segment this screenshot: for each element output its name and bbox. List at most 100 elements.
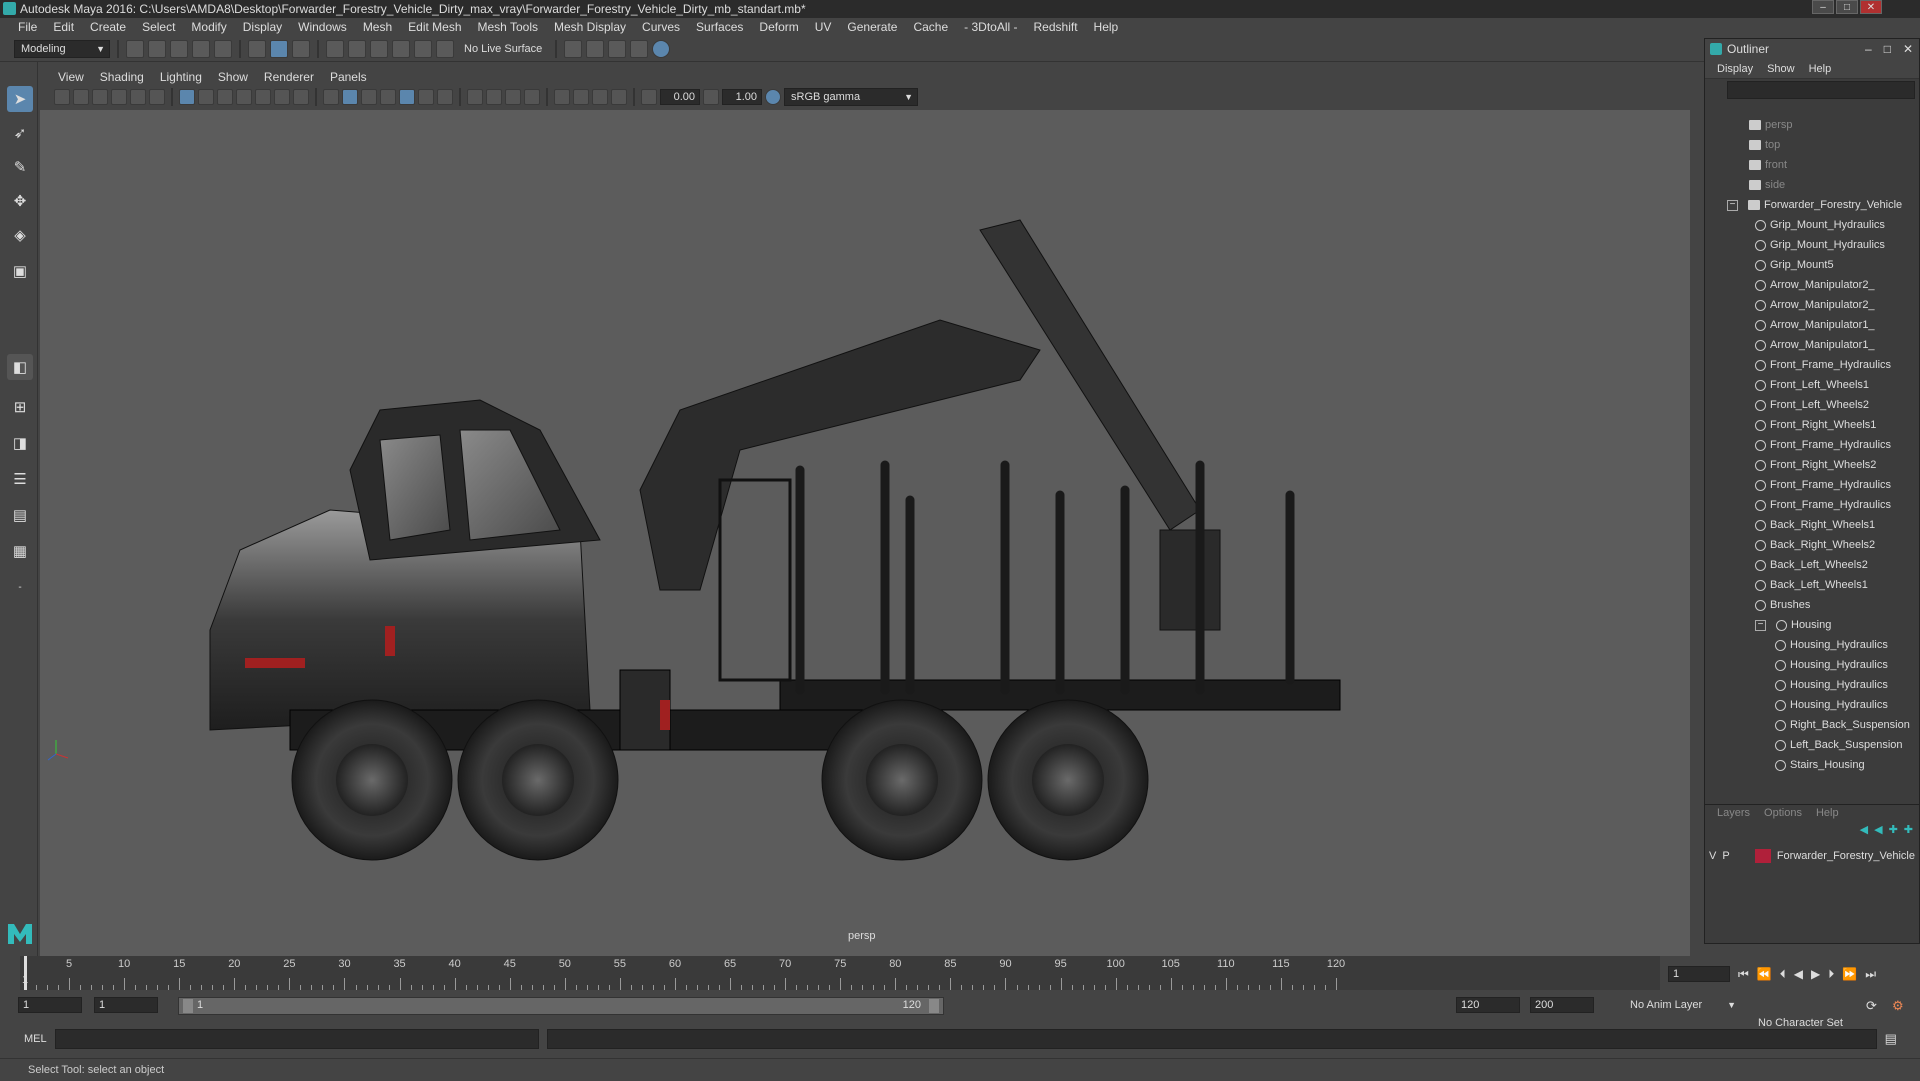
auto-key-icon[interactable]: ⟳	[1866, 998, 1877, 1014]
gate-mask-icon[interactable]	[236, 89, 252, 105]
safe-action-icon[interactable]	[274, 89, 290, 105]
film-gate-icon[interactable]	[198, 89, 214, 105]
render-view-icon[interactable]	[630, 39, 649, 58]
menu-create[interactable]: Create	[82, 20, 134, 34]
menu-edit-mesh[interactable]: Edit Mesh	[400, 20, 469, 34]
gamma-field[interactable]: 1.00	[722, 89, 762, 105]
undo-icon[interactable]	[192, 39, 210, 58]
new-layer-selected-icon[interactable]: ✚	[1904, 823, 1913, 836]
outliner-item[interactable]: Back_Right_Wheels1	[1705, 515, 1917, 535]
collapse-toggle-icon[interactable]: −	[1727, 199, 1738, 211]
two-view-layout-icon[interactable]: ◨	[7, 430, 33, 456]
outliner-item[interactable]: − Forwarder_Forestry_Vehicle	[1705, 195, 1917, 215]
motion-blur-icon[interactable]	[486, 89, 502, 105]
lasso-tool-icon[interactable]: ➶	[7, 120, 33, 146]
depth-of-field-icon[interactable]	[524, 89, 540, 105]
outliner-item[interactable]: Arrow_Manipulator1_	[1705, 335, 1917, 355]
outliner-item[interactable]: Arrow_Manipulator2_	[1705, 275, 1917, 295]
outliner-item[interactable]: Brushes	[1705, 595, 1917, 615]
viewport-menu-show[interactable]: Show	[210, 70, 256, 86]
bookmark-icon[interactable]	[92, 89, 108, 105]
outliner-item[interactable]: Grip_Mount_Hydraulics	[1705, 235, 1917, 255]
outliner-item[interactable]: Right_Back_Suspension	[1705, 715, 1917, 735]
camera-select-icon[interactable]	[54, 89, 70, 105]
more-layouts-icon[interactable]: -	[7, 574, 33, 600]
select-component-icon[interactable]	[292, 39, 310, 58]
start-time-field[interactable]: 1	[18, 997, 82, 1013]
xray-icon[interactable]	[573, 89, 589, 105]
snap-point-icon[interactable]	[370, 39, 388, 58]
menu-edit[interactable]: Edit	[45, 20, 82, 34]
collapse-toggle-icon[interactable]: −	[1755, 619, 1766, 631]
scale-tool-icon[interactable]: ▣	[7, 258, 33, 284]
menu-file[interactable]: File	[10, 20, 45, 34]
snap-live-icon[interactable]	[414, 39, 432, 58]
range-end-handle[interactable]	[929, 999, 939, 1013]
outliner-item[interactable]: Front_Right_Wheels1	[1705, 415, 1917, 435]
outliner-menu-display[interactable]: Display	[1717, 63, 1753, 75]
range-slider[interactable]: 1 120	[178, 997, 944, 1015]
menu-cache[interactable]: Cache	[905, 20, 956, 34]
menu-surfaces[interactable]: Surfaces	[688, 20, 751, 34]
grease-pencil-icon[interactable]	[149, 89, 165, 105]
camera-attributes-icon[interactable]	[73, 89, 89, 105]
play-forward-icon[interactable]: ▶	[1811, 967, 1820, 981]
smooth-shade-icon[interactable]	[342, 89, 358, 105]
outliner-item[interactable]: Housing_Hydraulics	[1705, 635, 1917, 655]
outliner-item[interactable]: Back_Left_Wheels2	[1705, 555, 1917, 575]
gamma-icon[interactable]	[703, 89, 719, 105]
outliner-item[interactable]: persp	[1705, 115, 1917, 135]
outliner-item[interactable]: Grip_Mount_Hydraulics	[1705, 215, 1917, 235]
anim-layer-dropdown[interactable]: No Anim Layer ▼	[1624, 997, 1740, 1015]
outliner-item[interactable]: Back_Right_Wheels2	[1705, 535, 1917, 555]
script-editor-icon[interactable]: ▤	[1885, 1031, 1897, 1047]
outliner-item[interactable]: Housing_Hydraulics	[1705, 695, 1917, 715]
snap-grid-icon[interactable]	[326, 39, 344, 58]
color-management-icon[interactable]	[765, 89, 781, 105]
exposure-field[interactable]: 0.00	[660, 89, 700, 105]
layer-playback-toggle[interactable]: P	[1722, 850, 1729, 862]
shadows-icon[interactable]	[437, 89, 453, 105]
menu-help[interactable]: Help	[1086, 20, 1127, 34]
snap-together-icon[interactable]	[436, 39, 454, 58]
image-plane-icon[interactable]	[111, 89, 127, 105]
viewport-menu-shading[interactable]: Shading	[92, 70, 152, 86]
playback-end-field[interactable]: 120	[1456, 997, 1520, 1013]
maximize-icon[interactable]: □	[1884, 39, 1891, 59]
outliner-item[interactable]: Front_Right_Wheels2	[1705, 455, 1917, 475]
outliner-item[interactable]: Grip_Mount5	[1705, 255, 1917, 275]
play-backward-icon[interactable]: ◀	[1794, 967, 1803, 981]
viewport-menu-lighting[interactable]: Lighting	[152, 70, 210, 86]
save-scene-icon[interactable]	[170, 39, 188, 58]
viewport-menu-view[interactable]: View	[50, 70, 92, 86]
outliner-menu-help[interactable]: Help	[1809, 63, 1832, 75]
wireframe-on-shaded-icon[interactable]	[361, 89, 377, 105]
redo-icon[interactable]	[214, 39, 232, 58]
select-hierarchy-icon[interactable]	[248, 39, 266, 58]
new-scene-icon[interactable]	[126, 39, 144, 58]
layer-visibility-toggle[interactable]: V	[1709, 850, 1716, 862]
xray-components-icon[interactable]	[611, 89, 627, 105]
view-transform-dropdown[interactable]: sRGB gamma ▼	[784, 88, 918, 106]
screen-space-ao-icon[interactable]	[467, 89, 483, 105]
current-frame-field[interactable]: 1	[1668, 966, 1730, 982]
grid-icon[interactable]	[179, 89, 195, 105]
menu-generate[interactable]: Generate	[839, 20, 905, 34]
isolate-select-icon[interactable]	[554, 89, 570, 105]
outliner-item[interactable]: Housing_Hydraulics	[1705, 675, 1917, 695]
layer-color-swatch[interactable]	[1755, 849, 1771, 863]
new-layer-icon[interactable]: ✚	[1889, 823, 1898, 836]
step-back-frame-icon[interactable]: ⏴	[1780, 967, 1786, 982]
menu-uv[interactable]: UV	[807, 20, 840, 34]
default-material-icon[interactable]	[380, 89, 396, 105]
command-input[interactable]	[54, 1029, 539, 1049]
menu-mesh-display[interactable]: Mesh Display	[546, 20, 634, 34]
outliner-item[interactable]: Front_Frame_Hydraulics	[1705, 355, 1917, 375]
outliner-item[interactable]: side	[1705, 175, 1917, 195]
end-time-field[interactable]: 200	[1530, 997, 1594, 1013]
render-frame-icon[interactable]	[586, 39, 605, 58]
outliner-item[interactable]: top	[1705, 135, 1917, 155]
outliner-menu-show[interactable]: Show	[1767, 63, 1795, 75]
close-icon[interactable]: ✕	[1860, 0, 1882, 14]
minimize-icon[interactable]: –	[1812, 0, 1834, 14]
